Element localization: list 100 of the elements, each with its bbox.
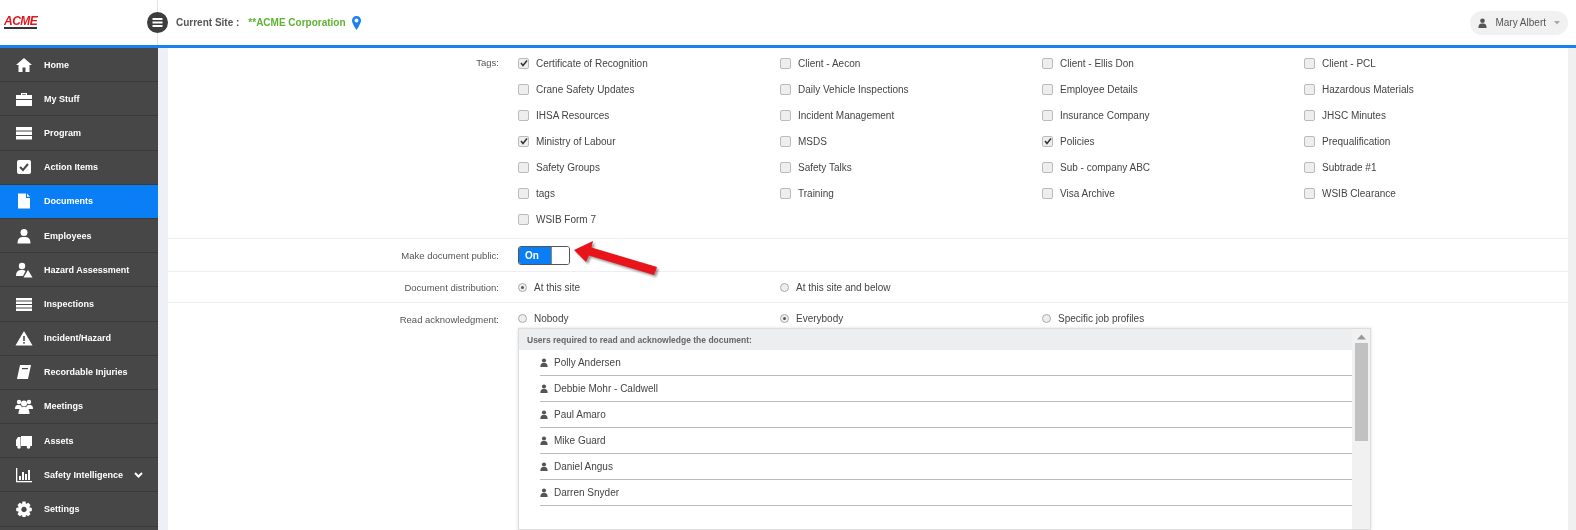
radio-option-label: Nobody: [534, 312, 569, 324]
sidebar-item[interactable]: Documents: [0, 184, 158, 219]
field-label: Document distribution:: [404, 281, 499, 293]
checkbox[interactable]: [780, 109, 791, 121]
field-label: Tags:: [476, 57, 499, 68]
tag-option-label: tags: [536, 187, 555, 199]
radio-button[interactable]: [780, 282, 789, 292]
radio-button[interactable]: [1042, 313, 1051, 323]
checkbox[interactable]: [1304, 187, 1315, 199]
briefcase-icon: [15, 90, 33, 107]
user-icon: [540, 488, 548, 497]
tag-option-label: Client - PCL: [1322, 57, 1376, 69]
user-icon: [540, 410, 548, 419]
user-icon: [540, 462, 548, 471]
checkbox[interactable]: [1042, 109, 1053, 121]
toggle-switch[interactable]: On: [518, 245, 570, 265]
check-icon: [15, 159, 33, 176]
tag-option-label: Daily Vehicle Inspections: [798, 83, 909, 95]
checkbox[interactable]: [780, 161, 791, 173]
checkbox[interactable]: [1304, 161, 1315, 173]
tag-option-label: MSDS: [798, 135, 827, 147]
user-warning-icon: [15, 261, 33, 278]
scroll-up-icon[interactable]: [1356, 334, 1366, 340]
checkbox[interactable]: [1304, 57, 1315, 69]
user-name[interactable]: Mike Guard: [554, 435, 606, 446]
radio-button[interactable]: [518, 313, 527, 323]
tag-option-label: Client - Aecon: [798, 57, 861, 69]
checkbox[interactable]: [780, 135, 791, 147]
tag-option-label: Subtrade #1: [1322, 161, 1377, 173]
radio-option-label: Everybody: [796, 312, 844, 324]
tag-option-label: Client - Ellis Don: [1060, 57, 1134, 69]
user-name[interactable]: Darren Snyder: [554, 487, 620, 498]
tag-option-label: Training: [798, 187, 834, 199]
field-label: Read acknowledgment:: [399, 314, 499, 325]
checkbox[interactable]: [1304, 109, 1315, 121]
scrollbar[interactable]: [1352, 329, 1370, 529]
checkbox[interactable]: [1042, 135, 1053, 147]
user-icon: [15, 227, 33, 244]
menu-icon[interactable]: [147, 12, 168, 33]
checkbox[interactable]: [518, 187, 529, 199]
company-logo: ACME: [4, 16, 38, 29]
checkbox[interactable]: [1042, 161, 1053, 173]
list-icon: [15, 295, 33, 312]
tag-option-label: Employee Details: [1060, 83, 1138, 95]
tag-option-label: Policies: [1060, 135, 1095, 147]
user-icon: [540, 436, 548, 445]
tag-option-label: Crane Safety Updates: [536, 83, 635, 95]
tag-option-label: Incident Management: [798, 109, 895, 121]
tag-option-label: Prequalification: [1322, 135, 1391, 147]
tag-option-label: JHSC Minutes: [1322, 109, 1386, 121]
gear-icon: [15, 501, 33, 518]
tag-option-label: Safety Talks: [798, 161, 852, 173]
checkbox[interactable]: [518, 83, 529, 95]
user-name[interactable]: Daniel Angus: [554, 461, 613, 472]
checkbox[interactable]: [518, 135, 529, 147]
tag-option-label: Ministry of Labour: [536, 135, 616, 147]
user-icon: [540, 358, 548, 367]
tag-option-label: Safety Groups: [536, 161, 600, 173]
radio-option-label: At this site and below: [796, 281, 891, 293]
warning-icon: [15, 330, 33, 347]
user-name[interactable]: Polly Andersen: [554, 357, 621, 368]
current-site-label: Current Site :: [176, 17, 240, 28]
checkbox[interactable]: [518, 57, 529, 69]
checkbox[interactable]: [1042, 57, 1053, 69]
radio-option-label: At this site: [534, 281, 581, 293]
caret-icon: [1554, 20, 1560, 25]
checkbox[interactable]: [1304, 135, 1315, 147]
tag-option-label: Certificate of Recognition: [536, 57, 648, 69]
tag-option-label: Hazardous Materials: [1322, 83, 1414, 95]
checkbox[interactable]: [1042, 187, 1053, 199]
group-icon: [15, 398, 33, 415]
list-header: Users required to read and acknowledge the document:: [519, 329, 1352, 350]
checkbox[interactable]: [780, 57, 791, 69]
location-pin-icon[interactable]: [351, 15, 361, 30]
tag-option-label: IHSA Resources: [536, 109, 610, 121]
tag-option-label: Visa Archive: [1060, 187, 1115, 199]
checkbox[interactable]: [1042, 83, 1053, 95]
checkbox[interactable]: [518, 161, 529, 173]
checkbox[interactable]: [518, 213, 529, 225]
user-menu-button[interactable]: Mary Albert: [1470, 10, 1568, 35]
stack-icon: [15, 124, 33, 141]
radio-option-label: Specific job profiles: [1058, 312, 1145, 324]
radio-button[interactable]: [780, 313, 789, 323]
tag-option-label: Sub - company ABC: [1060, 161, 1151, 173]
user-name[interactable]: Debbie Mohr - Caldwell: [554, 383, 658, 394]
checkbox[interactable]: [518, 109, 529, 121]
user-icon: [540, 384, 548, 393]
book-icon: [15, 364, 33, 381]
tag-option-label: Insurance Company: [1060, 109, 1150, 121]
chart-icon: [15, 466, 33, 483]
tag-option-label: WSIB Form 7: [536, 213, 596, 225]
checkbox[interactable]: [780, 83, 791, 95]
field-label: Make document public:: [401, 249, 499, 261]
radio-button[interactable]: [518, 282, 527, 292]
tag-option-label: WSIB Clearance: [1322, 187, 1396, 199]
document-icon: [15, 193, 33, 210]
home-icon: [15, 56, 33, 73]
checkbox[interactable]: [1304, 83, 1315, 95]
checkbox[interactable]: [780, 187, 791, 199]
user-name[interactable]: Paul Amaro: [554, 409, 606, 420]
